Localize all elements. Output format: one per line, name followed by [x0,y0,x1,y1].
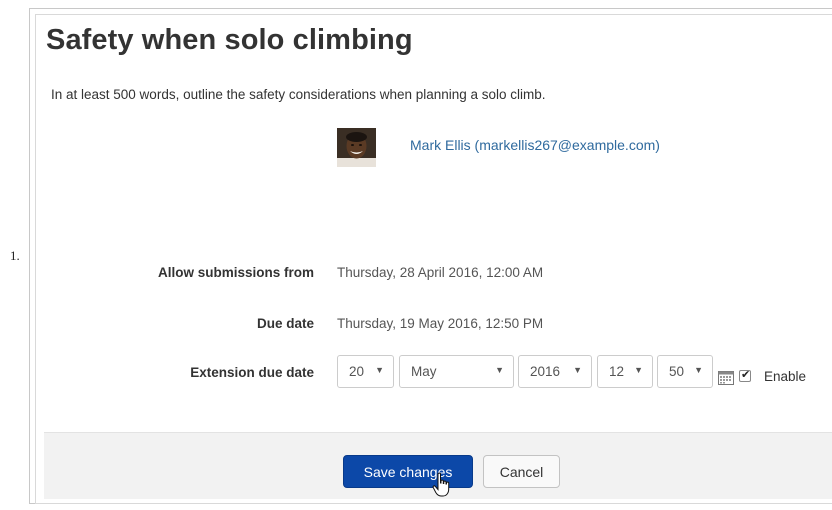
year-select[interactable]: 2016 ▼ [518,355,592,388]
hour-select[interactable]: 12 ▼ [597,355,653,388]
user-avatar[interactable] [337,128,376,167]
calendar-icon[interactable] [718,370,734,385]
check-icon: ✔ [741,369,751,381]
user-profile-link[interactable]: Mark Ellis (markellis267@example.com) [410,137,660,153]
avatar-photo-icon [337,128,376,167]
allow-submissions-value: Thursday, 28 April 2016, 12:00 AM [337,265,544,280]
list-marker: 1. [10,248,20,263]
intro-text: In at least 500 words, outline the safet… [51,87,546,102]
due-date-label: Due date [256,316,314,331]
cancel-button[interactable]: Cancel [483,455,560,488]
chevron-down-icon: ▼ [694,365,703,375]
hour-select-value: 12 [609,364,625,379]
page-title: Safety when solo climbing [46,24,413,56]
year-select-value: 2016 [530,364,561,379]
enable-label: Enable [764,369,807,384]
month-select-value: May [411,364,437,379]
chevron-down-icon: ▼ [495,365,504,375]
hand-pointer-cursor-icon [432,472,450,497]
chevron-down-icon: ▼ [634,365,643,375]
day-select[interactable]: 20 ▼ [337,355,394,388]
enable-checkbox[interactable]: ✔ [739,369,751,382]
chevron-down-icon: ▼ [375,365,384,375]
chevron-down-icon: ▼ [573,365,582,375]
allow-submissions-label: Allow submissions from [157,265,314,280]
minute-select-value: 50 [669,364,685,379]
due-date-value: Thursday, 19 May 2016, 12:50 PM [337,316,544,331]
minute-select[interactable]: 50 ▼ [657,355,713,388]
save-changes-button[interactable]: Save changes [343,455,473,488]
day-select-value: 20 [349,364,365,379]
month-select[interactable]: May ▼ [399,355,514,388]
extension-due-date-label: Extension due date [190,365,314,380]
